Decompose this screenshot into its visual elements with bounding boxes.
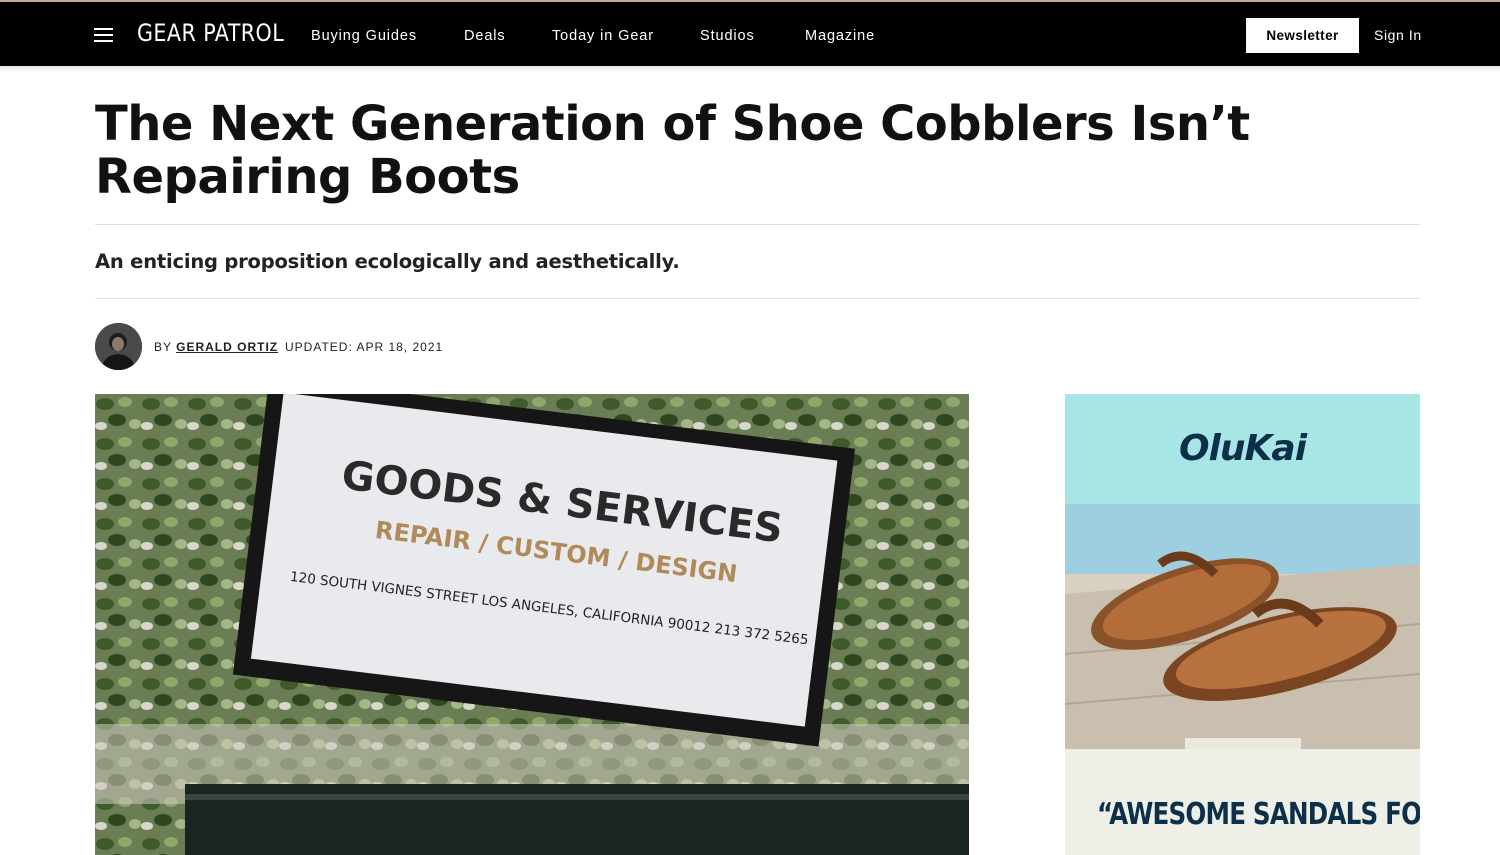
newsletter-button[interactable]: Newsletter <box>1246 18 1359 53</box>
hero-image: GOODS & SERVICES REPAIR / CUSTOM / DESIG… <box>95 394 969 855</box>
sidebar-ad[interactable]: OluKai “AWESOME SANDALS FOR ANY SITUATIO… <box>1065 394 1420 855</box>
nav-today-in-gear[interactable]: Today in Gear <box>552 28 654 44</box>
divider <box>95 224 1420 225</box>
article-dek: An enticing proposition ecologically and… <box>95 250 680 273</box>
header-shadow <box>0 66 1500 72</box>
author-link[interactable]: GERALD ORTIZ <box>176 340 278 354</box>
site-logo[interactable]: GEAR PATROL <box>137 19 284 47</box>
sign-in-link[interactable]: Sign In <box>1374 27 1422 43</box>
divider <box>95 298 1420 299</box>
author-avatar[interactable] <box>95 323 142 370</box>
author-photo <box>95 323 142 370</box>
nav-deals[interactable]: Deals <box>464 28 506 44</box>
updated-date: UPDATED: APR 18, 2021 <box>285 340 444 354</box>
hamburger-menu-icon[interactable] <box>94 26 114 42</box>
nav-studios[interactable]: Studios <box>700 28 755 44</box>
byline-prefix: BY <box>154 340 172 354</box>
article-title: The Next Generation of Shoe Cobblers Isn… <box>95 96 1250 205</box>
nav-magazine[interactable]: Magazine <box>805 28 875 44</box>
byline: BY GERALD ORTIZ <box>154 340 278 354</box>
nav-buying-guides[interactable]: Buying Guides <box>311 28 417 44</box>
ad-quote: “AWESOME SANDALS FOR ANY SITUATION <box>1096 797 1420 832</box>
site-header: GEAR PATROL Buying Guides Deals Today in… <box>0 0 1500 66</box>
ad-sandal-photo <box>1065 504 1420 752</box>
ad-brand-logo: OluKai <box>1178 428 1307 469</box>
